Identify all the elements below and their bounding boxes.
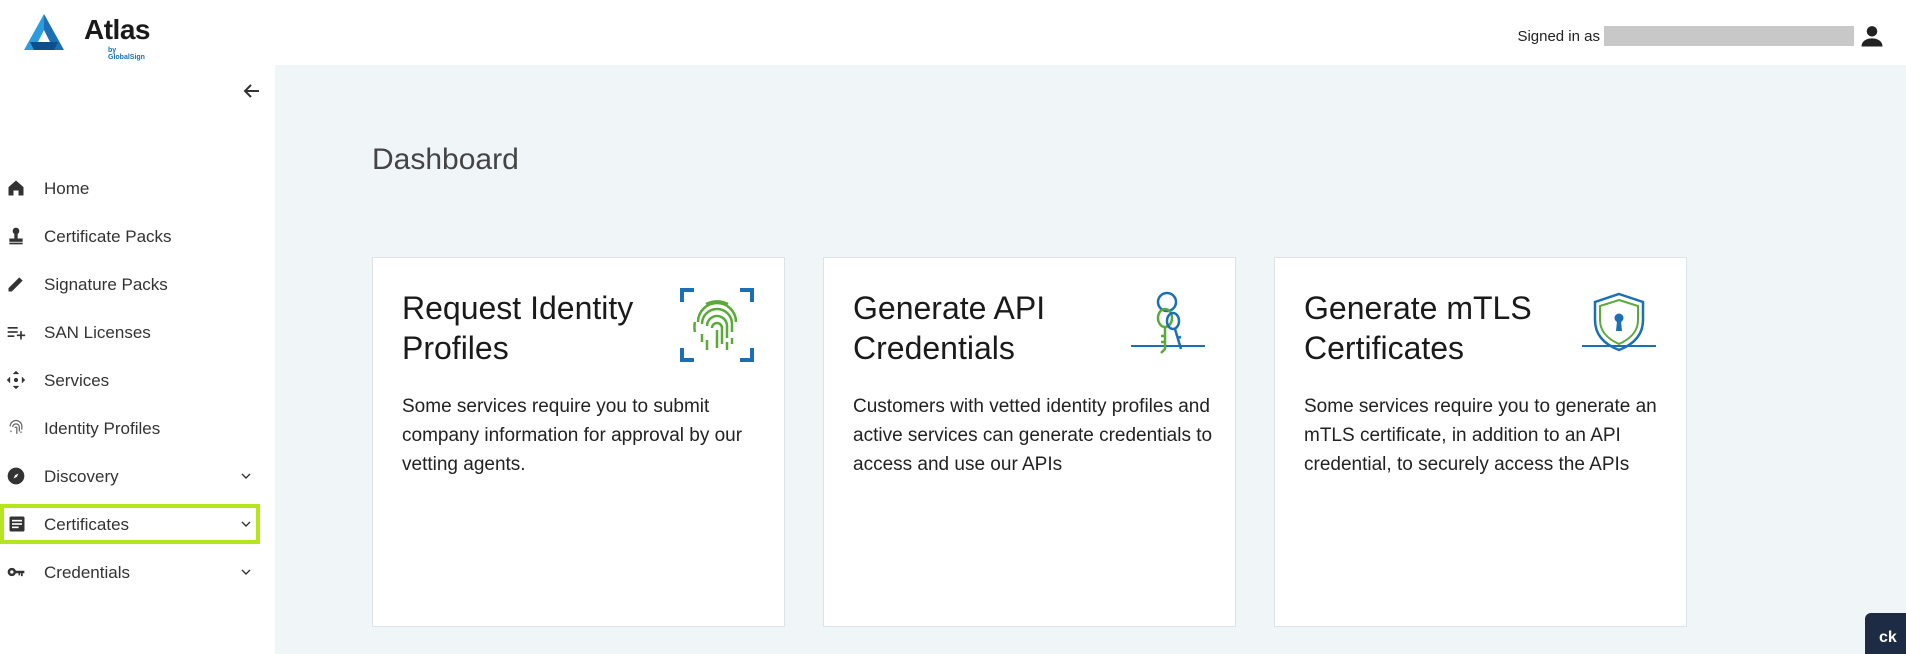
keys-icon <box>1131 291 1205 354</box>
sidebar-item-label: Home <box>44 179 90 198</box>
sidebar-item-label: Services <box>44 371 110 390</box>
redacted-username <box>1604 26 1854 46</box>
compass-icon <box>7 467 25 485</box>
feedback-label: ck <box>1879 629 1897 646</box>
sidebar-item-certificates[interactable]: Certificates <box>0 504 260 544</box>
signed-in-label: Signed in as <box>1517 27 1600 45</box>
sidebar-item-label: Identity Profiles <box>44 419 161 438</box>
top-bar: Atlas by GlobalSign Signed in as <box>0 0 1906 65</box>
card-title: Generate mTLS Certificates <box>1304 290 1532 366</box>
card-generate-api-credentials[interactable]: Generate API Credentials Customers with … <box>823 257 1236 627</box>
fingerprint-icon <box>9 419 23 434</box>
chevron-down-icon[interactable] <box>238 564 254 580</box>
move-arrows-icon <box>6 370 26 390</box>
chevron-down-icon[interactable] <box>238 516 254 532</box>
main-content: Dashboard Request Identity Profiles Some… <box>275 65 1906 654</box>
collapse-sidebar-arrow-icon[interactable] <box>240 79 264 103</box>
sidebar: Home Certificate Packs Signature Packs S… <box>0 65 275 654</box>
card-generate-mtls-certificates[interactable]: Generate mTLS Certificates Some services… <box>1274 257 1687 627</box>
sidebar-item-discovery[interactable]: Discovery <box>0 456 260 496</box>
user-icon[interactable] <box>1858 22 1886 50</box>
sidebar-item-credentials[interactable]: Credentials <box>0 552 260 592</box>
shield-lock-icon <box>1582 292 1656 352</box>
fingerprint-scan-icon <box>680 288 754 362</box>
sidebar-item-label: Certificates <box>44 515 130 534</box>
sidebar-item-label: Credentials <box>44 563 130 582</box>
page-title: Dashboard <box>372 143 519 176</box>
logo-text: Atlas <box>84 14 150 45</box>
sidebar-item-label: SAN Licenses <box>44 323 151 342</box>
sidebar-item-label: Signature Packs <box>44 275 168 294</box>
sidebar-item-signature-packs[interactable]: Signature Packs <box>0 264 260 304</box>
sidebar-item-services[interactable]: Services <box>0 360 260 400</box>
atlas-logo-mark-icon <box>24 14 64 50</box>
card-description: Some services require you to submit comp… <box>402 396 743 475</box>
card-description: Customers with vetted identity profiles … <box>853 396 1213 475</box>
atlas-logo[interactable]: Atlas by GlobalSign <box>24 12 150 61</box>
card-request-identity-profiles[interactable]: Request Identity Profiles Some services … <box>372 257 785 627</box>
sidebar-item-san-licenses[interactable]: SAN Licenses <box>0 312 260 352</box>
stamp-icon <box>9 227 23 245</box>
document-icon <box>9 516 25 532</box>
home-icon <box>8 180 24 196</box>
sidebar-item-identity-profiles[interactable]: Identity Profiles <box>0 408 260 448</box>
chevron-down-icon[interactable] <box>238 468 254 484</box>
sidebar-item-label: Discovery <box>44 467 119 486</box>
logo-subtext: by GlobalSign <box>108 47 145 61</box>
feedback-tab[interactable]: ck <box>1865 613 1906 654</box>
sidebar-item-label: Certificate Packs <box>44 227 172 246</box>
card-title: Generate API Credentials <box>853 290 1046 366</box>
card-title: Request Identity Profiles <box>402 290 634 366</box>
playlist-add-icon <box>7 327 26 340</box>
signed-in-area: Signed in as <box>1517 22 1886 50</box>
card-description: Some services require you to generate an… <box>1304 396 1657 475</box>
pencil-icon <box>8 277 23 292</box>
key-icon <box>7 567 25 577</box>
sidebar-item-home[interactable]: Home <box>0 168 260 208</box>
sidebar-item-certificate-packs[interactable]: Certificate Packs <box>0 216 260 256</box>
